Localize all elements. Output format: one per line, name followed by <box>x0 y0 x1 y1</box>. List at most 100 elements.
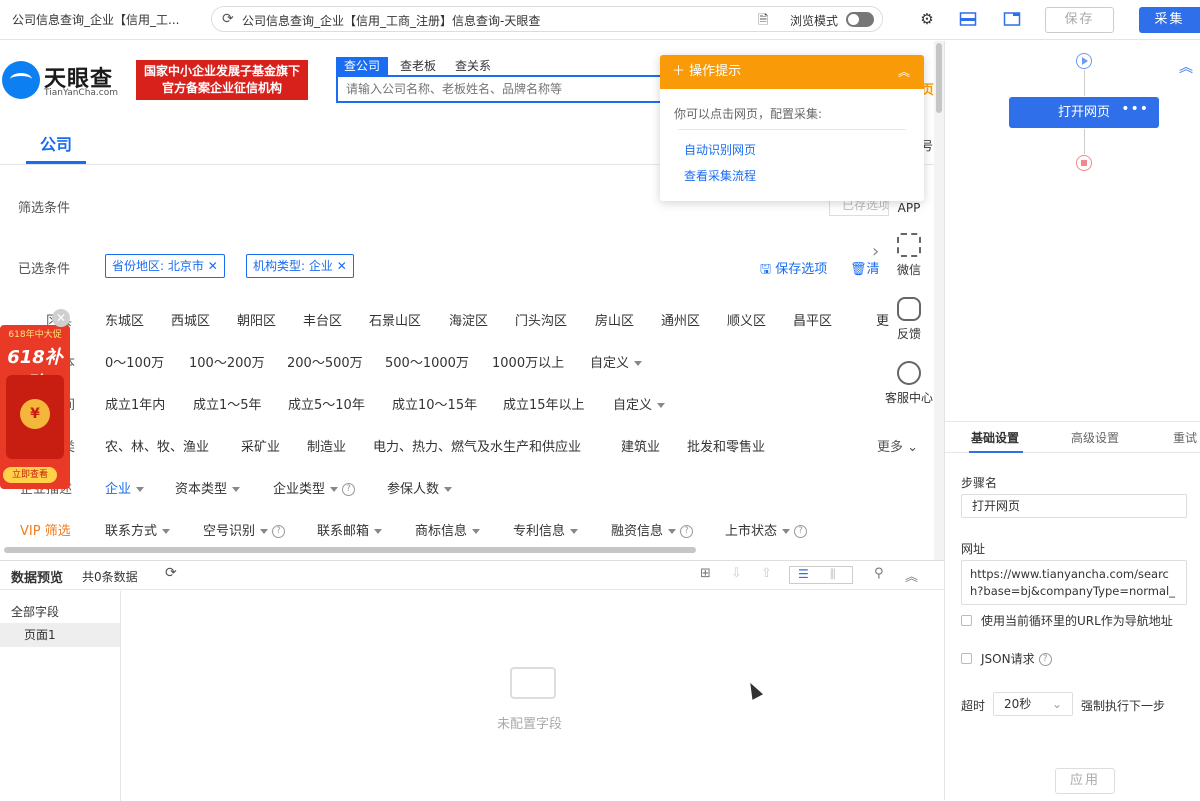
browse-mode-toggle[interactable] <box>846 12 874 27</box>
selected-tag-province[interactable]: 省份地区: 北京市 ✕ <box>105 254 225 278</box>
vertical-scrollbar[interactable] <box>934 41 944 560</box>
ad-close-icon[interactable]: ✕ <box>52 309 70 327</box>
nav-tab-company[interactable]: 公司 <box>40 131 72 155</box>
org-dropdown-enterprise[interactable]: 企业 <box>105 478 145 497</box>
add-field-icon[interactable]: ⊞ <box>700 566 711 581</box>
help-icon[interactable]: ? <box>342 483 356 496</box>
json-request-checkbox[interactable] <box>961 653 972 664</box>
org-dropdown-capital-type[interactable]: 资本类型 <box>175 478 241 497</box>
tab-search-relation[interactable]: 查关系 <box>447 57 499 75</box>
view-flow-link[interactable]: 查看采集流程 <box>684 167 756 184</box>
view-mode-switch[interactable]: ☰ ⫼ <box>789 566 853 584</box>
district-option[interactable]: 海淀区 <box>449 310 488 329</box>
district-option[interactable]: 西城区 <box>171 310 210 329</box>
tab-basic-settings[interactable]: 基础设置 <box>971 429 1019 446</box>
tianyancha-logo-icon[interactable] <box>2 61 40 99</box>
tab-search-company[interactable]: 查公司 <box>336 57 389 75</box>
time-option[interactable]: 成立1年内 <box>105 394 165 413</box>
close-icon[interactable]: ✕ <box>208 259 218 273</box>
import-icon[interactable]: ⇩ <box>731 566 742 581</box>
district-option[interactable]: 朝阳区 <box>237 310 276 329</box>
wechat-qr[interactable]: 微信 <box>880 233 938 278</box>
gear-icon[interactable]: ⚙ <box>918 10 936 28</box>
vip-dropdown-contact[interactable]: 联系方式 <box>105 520 171 539</box>
district-option[interactable]: 顺义区 <box>727 310 766 329</box>
tip-header[interactable]: ＋ 操作提示 ︽ <box>660 55 924 89</box>
district-option[interactable]: 房山区 <box>595 310 634 329</box>
industry-option[interactable]: 农、林、牧、渔业 <box>105 436 209 455</box>
step-name-input[interactable]: 打开网页 <box>961 494 1187 518</box>
address-bar[interactable]: ⟳ 公司信息查询_企业【信用_工商_注册】信息查询-天眼查 🗎 浏览模式 <box>211 6 883 32</box>
url-textarea[interactable]: https://www.tianyancha.com/search?base=b… <box>961 560 1187 605</box>
layout-bottom-panel-icon[interactable] <box>959 10 977 28</box>
filter-icon[interactable]: ⚲ <box>874 566 884 581</box>
capital-option[interactable]: 100～200万 <box>189 352 265 371</box>
save-options-link[interactable]: 🖫 保存选项 <box>760 258 827 282</box>
all-fields-item[interactable]: 全部字段 <box>11 603 59 620</box>
feedback-tool[interactable]: 反馈 <box>880 297 938 342</box>
column-view-icon[interactable]: ⫼ <box>830 567 836 582</box>
selected-tag-org-type[interactable]: 机构类型: 企业 ✕ <box>246 254 354 278</box>
reload-icon[interactable]: ⟳ <box>222 11 234 27</box>
district-option[interactable]: 通州区 <box>661 310 700 329</box>
timeout-select[interactable]: 20秒 ⌄ <box>993 692 1073 716</box>
capital-option[interactable]: 1000万以上 <box>492 352 564 371</box>
address-text[interactable]: 公司信息查询_企业【信用_工商_注册】信息查询-天眼查 <box>242 12 540 29</box>
time-custom-dropdown[interactable]: 自定义 <box>613 394 666 413</box>
collapse-up-icon[interactable]: ︽ <box>905 566 918 585</box>
org-dropdown-enterprise-type[interactable]: 企业类型? <box>273 478 356 497</box>
capital-option[interactable]: 0～100万 <box>105 352 164 371</box>
flow-end-icon[interactable] <box>1076 155 1092 171</box>
help-icon[interactable]: ? <box>680 525 694 538</box>
app-download[interactable]: APP <box>880 201 938 215</box>
refresh-icon[interactable]: ⟳ <box>165 565 177 581</box>
industry-option[interactable]: 批发和零售业 <box>687 436 765 455</box>
apply-button[interactable]: 应用 <box>1055 768 1115 794</box>
vip-dropdown-email[interactable]: 联系邮箱 <box>317 520 383 539</box>
flow-start-icon[interactable] <box>1076 53 1092 69</box>
customer-service-tool[interactable]: 客服中心 <box>880 361 938 406</box>
tab-advanced-settings[interactable]: 高级设置 <box>1071 429 1119 446</box>
list-view-icon[interactable]: ☰ <box>798 567 809 581</box>
page-item[interactable]: 页面1 <box>0 623 120 647</box>
industry-option[interactable]: 电力、热力、燃气及水生产和供应业 <box>373 436 581 455</box>
time-option[interactable]: 成立5～10年 <box>288 394 365 413</box>
capital-option[interactable]: 500～1000万 <box>385 352 469 371</box>
flow-node-open-page[interactable]: 打开网页 ••• <box>1009 97 1159 128</box>
time-option[interactable]: 成立15年以上 <box>503 394 585 413</box>
vip-dropdown-empty-number[interactable]: 空号识别? <box>203 520 286 539</box>
chevron-right-icon[interactable]: › <box>872 241 879 262</box>
tab-search-boss[interactable]: 查老板 <box>392 57 444 75</box>
vip-dropdown-listing[interactable]: 上市状态? <box>725 520 808 539</box>
layout-right-panel-icon[interactable] <box>1003 10 1021 28</box>
time-option[interactable]: 成立10～15年 <box>392 394 477 413</box>
collapse-up-icon[interactable]: ︽ <box>1179 57 1193 77</box>
chevron-up-icon[interactable]: ︽ <box>898 55 910 89</box>
district-option[interactable]: 丰台区 <box>303 310 342 329</box>
vertical-scroll-thumb[interactable] <box>936 43 942 113</box>
auto-detect-link[interactable]: 自动识别网页 <box>684 141 756 158</box>
search-input[interactable] <box>338 77 648 101</box>
promo-ad[interactable]: 618年中大促 618补贴 ¥ 立即查看 <box>0 325 70 489</box>
district-option[interactable]: 昌平区 <box>793 310 832 329</box>
industry-option[interactable]: 制造业 <box>307 436 346 455</box>
capital-option[interactable]: 200～500万 <box>287 352 363 371</box>
horizontal-scroll-thumb[interactable] <box>4 547 696 553</box>
document-settings-icon[interactable]: 🗎 <box>758 11 768 33</box>
export-icon[interactable]: ⇧ <box>761 566 772 581</box>
industry-option[interactable]: 采矿业 <box>241 436 280 455</box>
tab-retry[interactable]: 重试 <box>1173 429 1197 446</box>
help-icon[interactable]: ? <box>1038 653 1052 666</box>
ad-view-button[interactable]: 立即查看 <box>3 467 57 483</box>
help-icon[interactable]: ? <box>794 525 808 538</box>
save-button[interactable]: 保存 <box>1045 7 1114 33</box>
loop-url-checkbox[interactable] <box>961 615 972 626</box>
tab-title[interactable]: 公司信息查询_企业【信用_工... <box>12 11 192 28</box>
time-option[interactable]: 成立1～5年 <box>193 394 262 413</box>
vip-dropdown-trademark[interactable]: 商标信息 <box>415 520 481 539</box>
browser-viewport[interactable]: 天眼查 TianYanCha.com 国家中小企业发展子基金旗下 官方备案企业征… <box>0 41 944 560</box>
close-icon[interactable]: ✕ <box>337 259 347 273</box>
collect-button[interactable]: 采集 <box>1139 7 1200 33</box>
vip-dropdown-financing[interactable]: 融资信息? <box>611 520 694 539</box>
help-icon[interactable]: ? <box>272 525 286 538</box>
